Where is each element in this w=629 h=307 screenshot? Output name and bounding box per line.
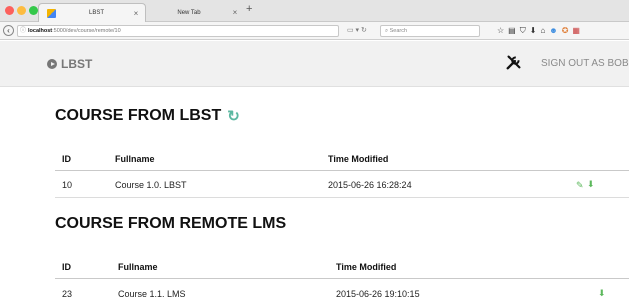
- minimize-window-button[interactable]: [17, 6, 26, 15]
- favicon-icon: [47, 8, 56, 18]
- url-host: localhost: [28, 28, 53, 34]
- toolbar-icons[interactable]: ☆▤⛉⬇⌂☻✪▦: [497, 26, 584, 36]
- brand-link[interactable]: LBST: [47, 57, 92, 71]
- tab-lbst[interactable]: LBST ×: [38, 3, 146, 22]
- browser-navbar: ‹ ⓘ localhost:5000/dev/course/remote/10 …: [0, 22, 629, 40]
- reading-list-icon[interactable]: ▤: [508, 26, 520, 35]
- column-header-time-modified: Time Modified: [328, 154, 389, 164]
- refresh-icon[interactable]: ↻: [227, 107, 240, 125]
- table-cell-fullname: Course 1.0. LBST: [115, 180, 187, 190]
- brand-label: LBST: [61, 57, 93, 71]
- section-title-text: COURSE FROM REMOTE LMS: [55, 215, 287, 232]
- close-window-button[interactable]: [5, 6, 14, 15]
- menu-icon[interactable]: ▦: [572, 26, 584, 35]
- globe-icon: ⓘ: [20, 28, 27, 34]
- tab-new-tab[interactable]: New Tab ×: [148, 3, 244, 22]
- tab-title: New Tab: [177, 9, 201, 16]
- search-input[interactable]: ⌕ Search: [380, 25, 480, 37]
- pocket-icon[interactable]: ⛉: [520, 26, 530, 35]
- extension-icon[interactable]: ✪: [562, 26, 573, 35]
- play-circle-icon: [47, 59, 57, 69]
- zoom-window-button[interactable]: [29, 6, 38, 15]
- tab-close-icon[interactable]: ×: [230, 8, 240, 17]
- url-input[interactable]: ⓘ localhost:5000/dev/course/remote/10: [17, 25, 339, 37]
- column-header-time-modified: Time Modified: [336, 262, 397, 272]
- edit-icon[interactable]: ✎: [576, 180, 584, 191]
- table-cell-fullname: Course 1.1. LMS: [118, 289, 186, 299]
- section-title-remote-lms: COURSE FROM REMOTE LMS: [55, 215, 286, 233]
- table-cell-time-modified: 2015-06-26 16:28:24: [328, 180, 412, 190]
- reader-view-icon[interactable]: ▭ ▾ ↻: [347, 26, 367, 34]
- table-header-divider: [55, 278, 629, 279]
- tab-title: LBST: [88, 10, 104, 16]
- column-header-id: ID: [62, 154, 71, 164]
- table-cell-id: 10: [62, 180, 73, 190]
- table-row-divider: [55, 197, 629, 198]
- bookmark-star-icon[interactable]: ☆: [497, 26, 508, 35]
- column-header-fullname: Fullname: [118, 262, 158, 272]
- search-icon: ⌕: [385, 28, 389, 34]
- section-title-text: COURSE FROM LBST: [55, 107, 222, 124]
- home-icon[interactable]: ⌂: [540, 26, 549, 35]
- new-tab-button[interactable]: +: [246, 3, 252, 15]
- tools-icon[interactable]: [505, 53, 523, 71]
- table-cell-time-modified: 2015-06-26 19:10:15: [336, 289, 420, 299]
- sign-out-link[interactable]: SIGN OUT AS BOB: [541, 58, 629, 69]
- download-icon[interactable]: ⬇: [598, 288, 606, 299]
- tab-close-icon[interactable]: ×: [131, 9, 141, 18]
- url-path: :5000/dev/course/remote/10: [52, 28, 121, 34]
- table-header-divider: [55, 170, 629, 171]
- section-title-lbst: COURSE FROM LBST ↻: [55, 107, 240, 125]
- search-placeholder: Search: [389, 28, 408, 34]
- download-icon[interactable]: ⬇: [587, 179, 595, 190]
- column-header-fullname: Fullname: [115, 154, 155, 164]
- back-icon[interactable]: ‹: [3, 25, 14, 36]
- download-icon[interactable]: ⬇: [530, 26, 541, 35]
- column-header-id: ID: [62, 262, 71, 272]
- browser-tabbar: LBST × New Tab × +: [0, 0, 629, 22]
- chat-icon[interactable]: ☻: [549, 26, 561, 35]
- app-header: LBST SIGN OUT AS BOB: [0, 41, 629, 87]
- table-cell-id: 23: [62, 289, 73, 299]
